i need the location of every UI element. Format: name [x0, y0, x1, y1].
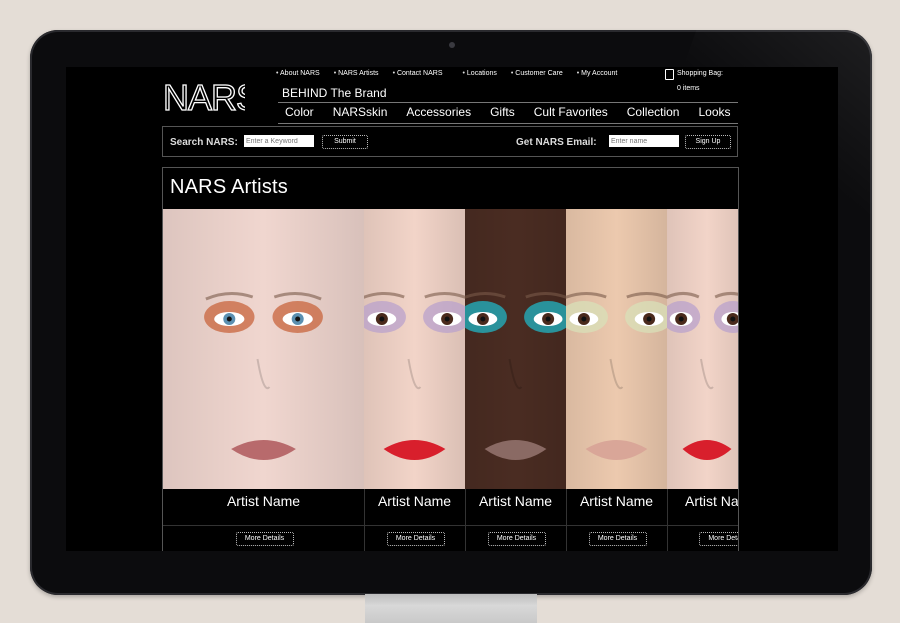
artist-name: Artist Name	[579, 493, 654, 509]
divider	[364, 525, 465, 526]
artist-card[interactable]: Artist Name More Details	[364, 209, 466, 551]
divider	[278, 123, 738, 124]
more-details-button[interactable]: More Details	[588, 532, 647, 546]
shopping-bag-icon	[665, 69, 674, 80]
artist-name: Artist Name	[478, 493, 553, 509]
nav-looks[interactable]: Looks	[698, 105, 730, 123]
nav-narsskin[interactable]: NARSskin	[333, 105, 388, 123]
nav-cult-favorites[interactable]: Cult Favorites	[534, 105, 608, 123]
nav-color[interactable]: Color	[285, 105, 314, 123]
more-details-button[interactable]: More Details	[235, 532, 294, 546]
browser-screen: NARS About NARS NARS Artists Contact NAR…	[66, 67, 838, 551]
nars-logo[interactable]: NARS	[163, 77, 245, 117]
top-nav-artists[interactable]: NARS Artists	[334, 70, 378, 82]
divider	[163, 525, 364, 526]
top-nav-customer-care[interactable]: Customer Care	[511, 70, 562, 82]
artist-name: Artist Name	[226, 493, 301, 509]
search-label: Search NARS:	[170, 137, 238, 148]
sign-up-button[interactable]: Sign Up	[685, 135, 731, 149]
artists-panel: NARS Artists Artist Name More Details Ar…	[162, 167, 739, 551]
divider	[465, 525, 566, 526]
artist-portrait	[667, 209, 738, 489]
nav-collection[interactable]: Collection	[627, 105, 680, 123]
top-nav: About NARS NARS Artists Contact NARS Loc…	[276, 70, 631, 82]
artist-card[interactable]: Artist Name More Details	[566, 209, 668, 551]
top-nav-my-account[interactable]: My Account	[577, 70, 617, 82]
submit-button[interactable]: Submit	[322, 135, 368, 149]
top-nav-contact[interactable]: Contact NARS	[393, 70, 443, 82]
main-nav: Color NARSskin Accessories Gifts Cult Fa…	[285, 105, 740, 123]
artist-portrait	[465, 209, 566, 489]
artist-portrait	[163, 209, 364, 489]
page-title: NARS Artists	[170, 176, 288, 198]
shopping-bag-label: Shopping Bag:	[677, 70, 723, 77]
email-name-input[interactable]	[609, 135, 679, 147]
divider	[566, 525, 667, 526]
more-details-button[interactable]: More Details	[386, 532, 445, 546]
search-input[interactable]	[244, 135, 314, 147]
artist-portrait	[364, 209, 465, 489]
logo-text: NARS	[163, 77, 245, 117]
artist-grid: Artist Name More Details Artist Name More …	[163, 209, 739, 551]
monitor-stand	[365, 594, 537, 623]
shopping-bag-count: 0 items	[677, 85, 700, 92]
top-nav-locations[interactable]: Locations	[463, 70, 497, 82]
email-label: Get NARS Email:	[516, 137, 597, 148]
webcam-dot	[449, 42, 455, 48]
shopping-bag[interactable]: Shopping Bag: 0 items	[663, 68, 733, 98]
artist-name: Artist Name	[685, 493, 739, 509]
more-details-button[interactable]: More Details	[699, 532, 738, 546]
nav-gifts[interactable]: Gifts	[490, 105, 515, 123]
top-nav-about[interactable]: About NARS	[276, 70, 320, 82]
tagline: BEHIND The Brand	[282, 86, 387, 100]
artist-portrait	[566, 209, 667, 489]
nav-accessories[interactable]: Accessories	[406, 105, 471, 123]
artist-card[interactable]: Artist Name More Details	[667, 209, 739, 551]
artist-card[interactable]: Artist Name More Details	[465, 209, 567, 551]
more-details-button[interactable]: More Details	[487, 532, 546, 546]
artist-card[interactable]: Artist Name More Details	[163, 209, 365, 551]
search-bar: Search NARS: Submit Get NARS Email: Sign…	[162, 126, 738, 157]
artist-name: Artist Name	[377, 493, 452, 509]
divider	[667, 525, 738, 526]
divider	[278, 102, 738, 103]
